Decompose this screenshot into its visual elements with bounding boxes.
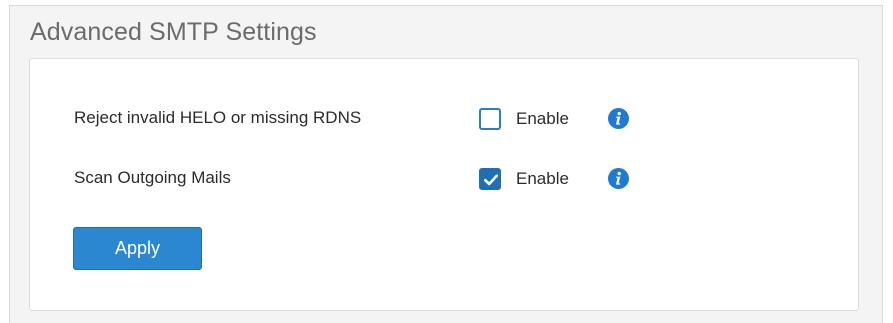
setting-label-reject-invalid-helo: Reject invalid HELO or missing RDNS	[74, 108, 362, 127]
checkmark-icon	[483, 174, 499, 186]
advanced-smtp-settings-panel: Advanced SMTP Settings Reject invalid HE…	[9, 5, 883, 323]
apply-button[interactable]: Apply	[73, 227, 202, 270]
scan-outgoing-mails-checkbox[interactable]	[479, 168, 501, 190]
settings-form: Reject invalid HELO or missing RDNS Enab…	[29, 58, 859, 311]
scan-outgoing-mails-enable-label[interactable]: Enable	[516, 169, 569, 189]
info-icon[interactable]	[608, 168, 629, 189]
setting-row-reject-invalid-helo: Reject invalid HELO or missing RDNS Enab…	[30, 106, 858, 132]
reject-invalid-helo-enable-label[interactable]: Enable	[516, 109, 569, 129]
info-icon[interactable]	[608, 108, 629, 129]
panel-title: Advanced SMTP Settings	[30, 18, 317, 46]
reject-invalid-helo-checkbox[interactable]	[479, 108, 501, 130]
setting-label-scan-outgoing-mails: Scan Outgoing Mails	[74, 168, 231, 187]
setting-row-scan-outgoing-mails: Scan Outgoing Mails Enable	[30, 166, 858, 192]
